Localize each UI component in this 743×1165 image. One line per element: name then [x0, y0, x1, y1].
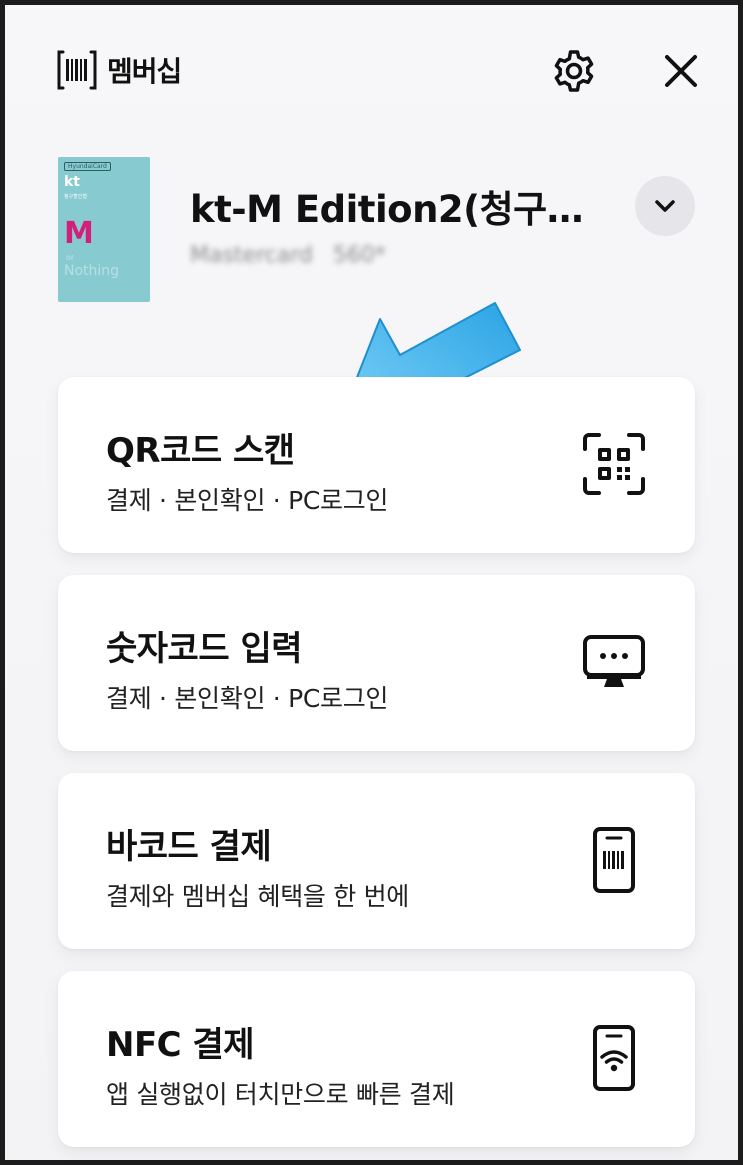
card-big-letter: M [64, 216, 94, 251]
option-barcode-payment[interactable]: 바코드 결제 결제와 멤버십 혜택을 한 번에 [58, 773, 695, 949]
membership-label: 멤버십 [107, 55, 182, 88]
option-qr-scan[interactable]: QR코드 스캔 결제 · 본인확인 · PC로그인 [58, 377, 695, 553]
option-desc: 결제와 멤버십 혜택을 한 번에 [106, 882, 409, 911]
phone-barcode-icon [593, 827, 635, 893]
card-number: 560* [332, 243, 386, 268]
card-kt-label: kt [64, 174, 81, 190]
card-name[interactable]: kt-M Edition2(청구… [190, 179, 630, 233]
option-title: 바코드 결제 [106, 827, 272, 867]
option-desc: 결제 · 본인확인 · PC로그인 [106, 684, 389, 713]
card-dropdown-button[interactable] [635, 176, 695, 236]
card-kt-sublabel: 청구할인형 [64, 194, 88, 200]
close-button[interactable] [659, 49, 703, 93]
membership-button[interactable]: 멤버십 [55, 48, 182, 92]
card-nothing-label: Nothing [64, 263, 120, 279]
option-nfc-payment[interactable]: NFC 결제 앱 실행없이 터치만으로 빠른 결제 [58, 971, 695, 1147]
option-title: QR코드 스캔 [106, 431, 295, 471]
qr-scan-icon [583, 433, 645, 495]
option-desc: 결제 · 본인확인 · PC로그인 [106, 486, 389, 515]
card-brand-label: HyundaiCard [64, 162, 111, 171]
card-network: Mastercard [190, 243, 313, 268]
option-number-code[interactable]: 숫자코드 입력 결제 · 본인확인 · PC로그인 [58, 575, 695, 751]
option-title: NFC 결제 [106, 1025, 255, 1065]
monitor-code-icon [583, 635, 645, 687]
barcode-icon [57, 50, 97, 90]
gear-icon [554, 50, 594, 92]
phone-nfc-icon [593, 1025, 635, 1091]
option-desc: 앱 실행없이 터치만으로 빠른 결제 [106, 1080, 455, 1109]
card-thumbnail: HyundaiCard kt 청구할인형 M or Nothing [58, 157, 150, 302]
card-or-label: or [66, 253, 75, 262]
card-details: Mastercard 560* [190, 243, 386, 268]
app-window: 멤버십 HyundaiCard kt 청구할인형 M or Nothing kt… [0, 0, 743, 1165]
close-icon [665, 55, 697, 87]
settings-button[interactable] [550, 47, 598, 95]
chevron-down-icon [655, 200, 675, 212]
option-title: 숫자코드 입력 [106, 629, 303, 669]
